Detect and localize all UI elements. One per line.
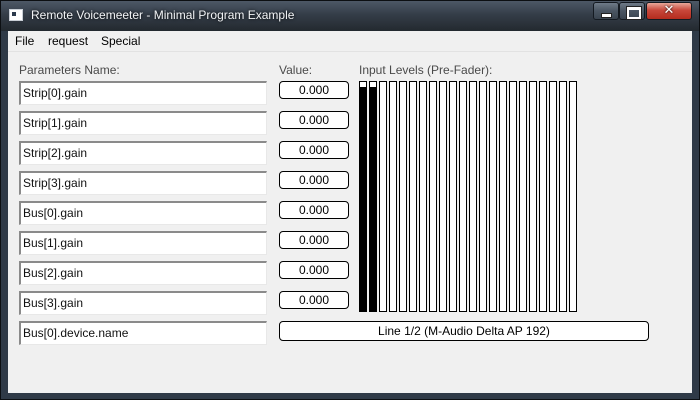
level-meter <box>549 81 557 312</box>
level-meter <box>559 81 567 312</box>
level-meter <box>429 81 437 312</box>
window-title: Remote Voicemeeter - Minimal Program Exa… <box>31 8 295 22</box>
param-name-field[interactable]: Strip[3].gain <box>19 171 267 195</box>
menu-bar: File request Special <box>8 31 692 52</box>
level-meter <box>389 81 397 312</box>
level-meter <box>459 81 467 312</box>
title-bar[interactable]: Remote Voicemeeter - Minimal Program Exa… <box>1 1 699 31</box>
level-meter <box>399 81 407 312</box>
param-value-display: 0.000 <box>279 291 349 309</box>
level-meter-fill <box>370 86 376 311</box>
maximize-icon <box>626 6 642 20</box>
input-levels-label: Input Levels (Pre-Fader): <box>359 63 493 77</box>
menu-special[interactable]: Special <box>101 34 140 48</box>
maximize-button[interactable] <box>619 2 645 20</box>
minimize-icon <box>601 13 612 18</box>
parameters-name-label: Parameters Name: <box>19 63 120 77</box>
param-value-display: 0.000 <box>279 81 349 99</box>
app-icon[interactable] <box>9 9 23 21</box>
level-meter <box>359 81 367 312</box>
param-name-field[interactable]: Strip[2].gain <box>19 141 267 165</box>
level-meter <box>519 81 527 312</box>
param-name-field[interactable]: Strip[1].gain <box>19 111 267 135</box>
level-meter <box>369 81 377 312</box>
param-value-display: 0.000 <box>279 111 349 129</box>
param-value-display: 0.000 <box>279 201 349 219</box>
level-meter <box>449 81 457 312</box>
level-meter <box>439 81 447 312</box>
param-value-display: 0.000 <box>279 261 349 279</box>
level-meter <box>569 81 577 312</box>
param-name-field[interactable]: Bus[3].gain <box>19 291 267 315</box>
close-icon: ✕ <box>663 3 675 18</box>
level-meter <box>509 81 517 312</box>
menu-file[interactable]: File <box>15 34 34 48</box>
param-value-display: 0.000 <box>279 171 349 189</box>
app-window: Remote Voicemeeter - Minimal Program Exa… <box>0 0 700 400</box>
level-meter <box>489 81 497 312</box>
input-level-meters <box>359 81 579 312</box>
param-name-field[interactable]: Bus[1].gain <box>19 231 267 255</box>
main-panel: Parameters Name: Value: Input Levels (Pr… <box>8 52 692 393</box>
param-name-field[interactable]: Bus[2].gain <box>19 261 267 285</box>
minimize-button[interactable] <box>593 2 619 20</box>
param-name-field[interactable]: Strip[0].gain <box>19 81 267 105</box>
param-value-display: 0.000 <box>279 141 349 159</box>
device-name-display: Line 1/2 (M-Audio Delta AP 192) <box>279 321 649 341</box>
level-meter <box>499 81 507 312</box>
level-meter <box>529 81 537 312</box>
device-param-name-field[interactable]: Bus[0].device.name <box>19 321 267 345</box>
level-meter <box>539 81 547 312</box>
level-meter <box>419 81 427 312</box>
param-name-field[interactable]: Bus[0].gain <box>19 201 267 225</box>
level-meter <box>469 81 477 312</box>
value-label: Value: <box>279 63 313 77</box>
level-meter <box>479 81 487 312</box>
level-meter <box>379 81 387 312</box>
param-value-display: 0.000 <box>279 231 349 249</box>
close-button[interactable]: ✕ <box>646 2 692 20</box>
level-meter-fill <box>360 86 366 311</box>
menu-request[interactable]: request <box>48 34 88 48</box>
level-meter <box>409 81 417 312</box>
